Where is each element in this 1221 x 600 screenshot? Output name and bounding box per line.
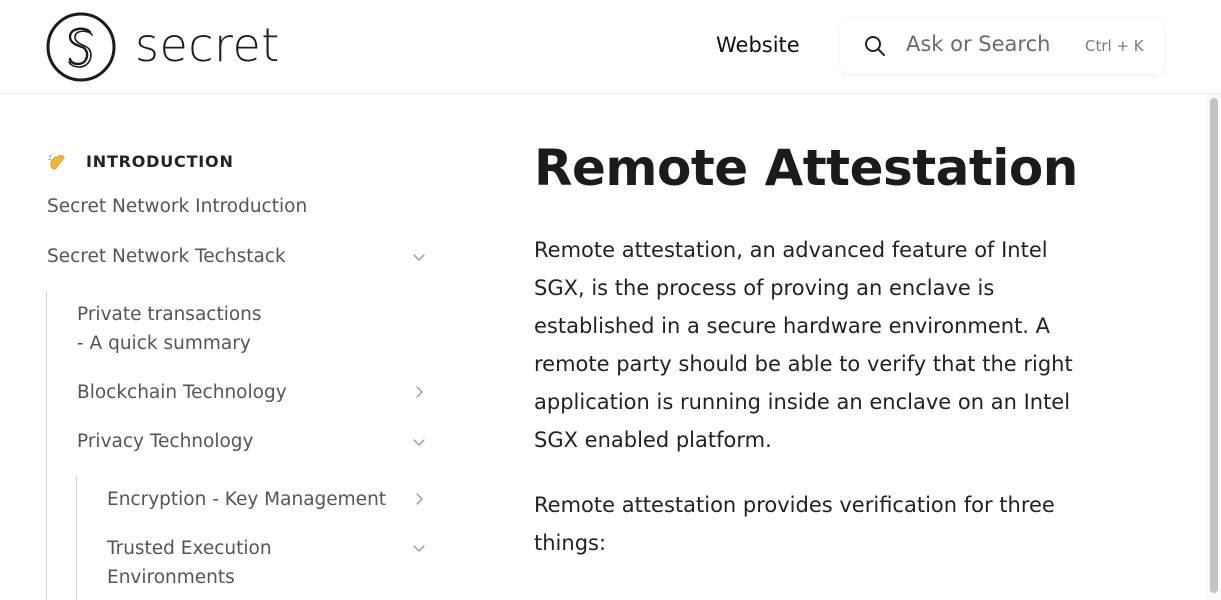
- paragraph-line: remote party should be able to verify th…: [534, 352, 1073, 376]
- sidebar-item-private-transactions[interactable]: Private transactions - A quick summary: [77, 300, 262, 358]
- page-title: Remote Attestation: [534, 139, 1078, 197]
- paragraph-line: Remote attestation provides verification…: [534, 493, 1055, 517]
- paragraph-line: things:: [534, 531, 607, 555]
- verification-paragraph: Remote attestation provides verification…: [534, 486, 1099, 562]
- sidebar-item-label: - A quick summary: [77, 333, 251, 354]
- chevron-down-icon[interactable]: [412, 435, 426, 449]
- website-link[interactable]: Website: [716, 33, 800, 57]
- scrollbar-thumb[interactable]: [1210, 98, 1218, 593]
- site-logo[interactable]: secret: [46, 12, 280, 82]
- sidebar-nav: INTRODUCTION Secret Network Introduction…: [0, 94, 470, 600]
- chevron-down-icon[interactable]: [412, 250, 426, 264]
- chevron-right-icon[interactable]: [412, 492, 426, 506]
- paragraph-line: established in a secure hardware environ…: [534, 314, 1051, 338]
- sidebar-section-introduction: INTRODUCTION: [48, 152, 234, 171]
- chevron-right-icon[interactable]: [412, 385, 426, 399]
- page-scrollbar[interactable]: [1207, 94, 1221, 600]
- sidebar-tree-line: [46, 291, 47, 600]
- paragraph-line: application is running inside an enclave…: [534, 390, 1071, 414]
- intro-paragraph: Remote attestation, an advanced feature …: [534, 231, 1099, 459]
- sidebar-item-privacy-technology[interactable]: Privacy Technology: [77, 427, 254, 456]
- sidebar-section-label: INTRODUCTION: [86, 152, 234, 171]
- sidebar-subtree-line: [76, 476, 77, 600]
- waving-hand-icon: [48, 154, 65, 169]
- paragraph-line: Remote attestation, an advanced feature …: [534, 238, 1048, 262]
- logo-wordmark: secret: [135, 18, 280, 72]
- search-icon: [865, 36, 885, 56]
- search-box[interactable]: Ask or Search Ctrl + K: [840, 18, 1165, 74]
- search-shortcut-hint: Ctrl + K: [1085, 37, 1144, 55]
- sidebar-item-encryption-key-management[interactable]: Encryption - Key Management: [107, 485, 386, 514]
- sidebar-item-secret-network-introduction[interactable]: Secret Network Introduction: [47, 192, 307, 221]
- search-placeholder: Ask or Search: [906, 32, 1051, 56]
- sidebar-item-secret-network-techstack[interactable]: Secret Network Techstack: [47, 242, 286, 271]
- paragraph-line: SGX, is the process of proving an enclav…: [534, 276, 995, 300]
- sidebar-item-blockchain-technology[interactable]: Blockchain Technology: [77, 378, 287, 407]
- paragraph-line: SGX enabled platform.: [534, 428, 772, 452]
- sidebar-item-label: Trusted Execution: [107, 538, 272, 559]
- sidebar-item-trusted-execution-environments[interactable]: Trusted Execution Environments: [107, 534, 272, 592]
- secret-logo-icon: [46, 12, 116, 82]
- chevron-down-icon[interactable]: [412, 541, 426, 555]
- top-header: secret Website Ask or Search Ctrl + K: [0, 0, 1221, 94]
- sidebar-item-label: Private transactions: [77, 304, 262, 325]
- sidebar-item-label: Environments: [107, 567, 235, 588]
